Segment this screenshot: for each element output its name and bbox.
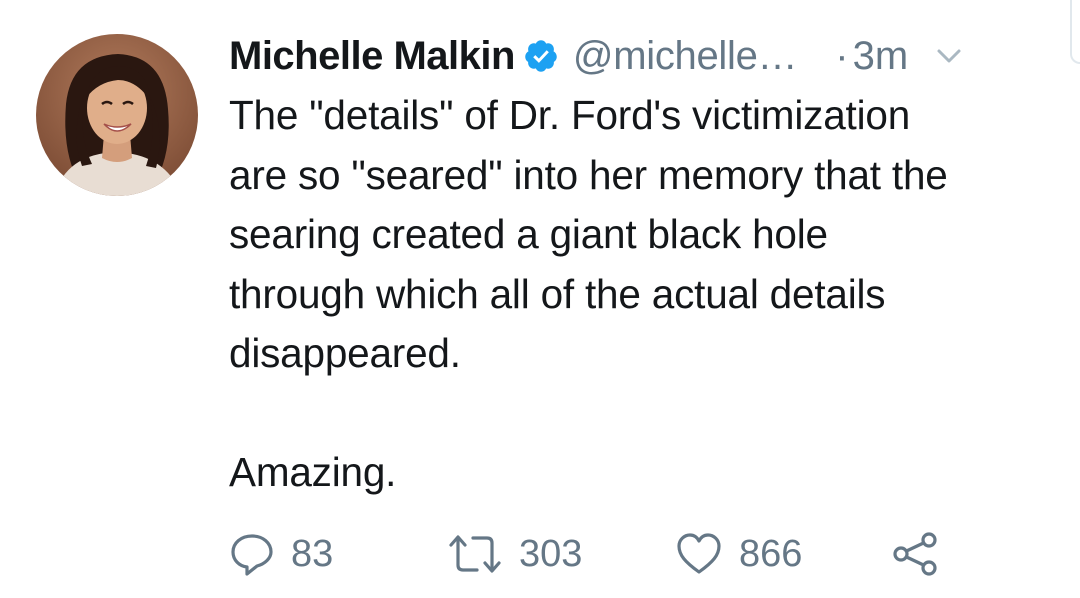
card-edge-divider: [1070, 0, 1080, 64]
verified-badge-icon: [523, 38, 559, 74]
author-handle[interactable]: @michelle…: [573, 34, 798, 79]
chevron-down-icon[interactable]: [934, 41, 964, 71]
heart-icon: [675, 531, 723, 577]
reply-button[interactable]: 83: [229, 524, 333, 584]
share-button[interactable]: [891, 524, 939, 584]
retweet-count: 303: [519, 532, 583, 575]
tweet-timestamp[interactable]: · 3m: [835, 34, 908, 79]
share-icon: [891, 531, 939, 577]
avatar[interactable]: [36, 34, 198, 196]
time-separator: ·: [835, 33, 849, 78]
tweet-card[interactable]: Michelle Malkin @michelle… · 3m The "deta…: [0, 0, 1080, 598]
time-label: 3m: [852, 33, 909, 78]
reply-icon: [229, 531, 275, 577]
retweet-button[interactable]: 303: [447, 524, 582, 584]
author-name[interactable]: Michelle Malkin: [229, 34, 515, 79]
like-button[interactable]: 866: [675, 524, 802, 584]
tweet-text: The "details" of Dr. Ford's victimizatio…: [229, 92, 948, 495]
reply-count: 83: [291, 532, 334, 575]
like-count: 866: [739, 532, 803, 575]
tweet-actions: 83 303 866: [229, 524, 989, 584]
profile-photo: [36, 34, 198, 196]
tweet-header: Michelle Malkin @michelle… · 3m: [229, 28, 1059, 84]
retweet-icon: [447, 531, 503, 577]
